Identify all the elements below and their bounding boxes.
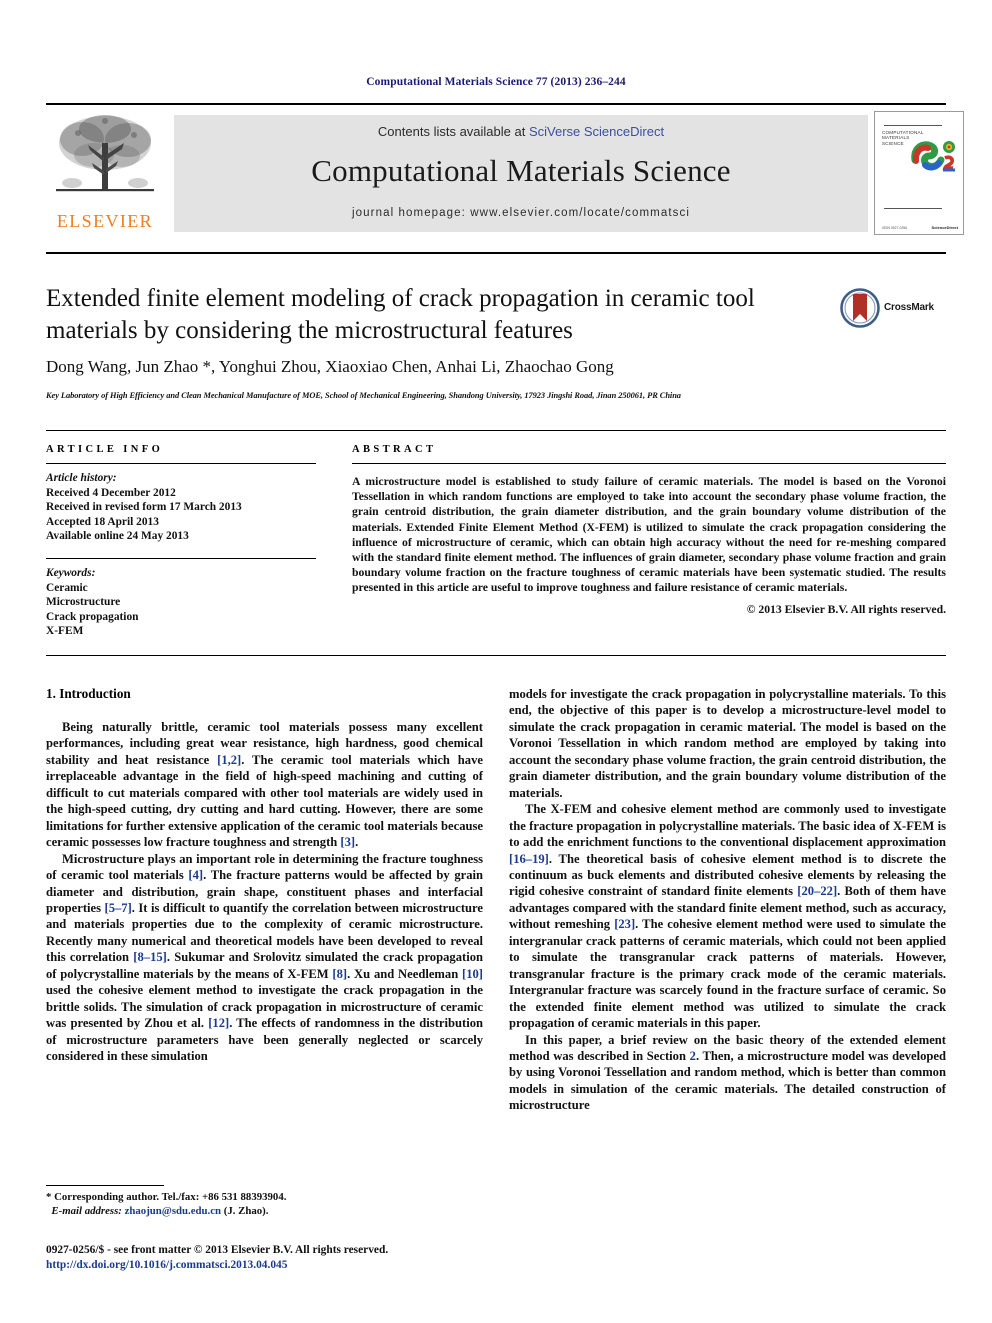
info-band-bottom-rule [46, 655, 946, 656]
paragraph: Microstructure plays an important role i… [46, 851, 483, 1065]
keyword-item: Crack propagation [46, 610, 139, 623]
keyword-item: Ceramic [46, 581, 88, 594]
contents-available-line: Contents lists available at SciVerse Sci… [174, 124, 868, 139]
crossmark-badge[interactable]: CrossMark [840, 288, 944, 332]
paragraph-text: The X-FEM and cohesive element method ar… [509, 802, 946, 1031]
email-suffix: (J. Zhao). [223, 1205, 269, 1217]
keywords-group: Keywords: Ceramic Microstructure Crack p… [46, 566, 316, 639]
history-item: Available online 24 May 2013 [46, 530, 189, 543]
running-head: Computational Materials Science 77 (2013… [366, 76, 626, 88]
article-history-group: Article history: Received 4 December 201… [46, 471, 316, 544]
article-page: Computational Materials Science 77 (2013… [0, 0, 992, 1323]
issn-copyright-line: 0927-0256/$ - see front matter © 2013 El… [46, 1244, 389, 1256]
cover-issn: ISSN 0927-0256 [882, 226, 908, 230]
paragraph: Being naturally brittle, ceramic tool ma… [46, 719, 483, 851]
body-column-left: 1. Introduction Being naturally brittle,… [46, 686, 483, 1065]
page-title: Extended finite element modeling of crac… [46, 285, 755, 344]
keyword-item: Microstructure [46, 596, 121, 609]
affiliation: Key Laboratory of High Efficiency and Cl… [46, 391, 681, 400]
body-column-right: models for investigate the crack propaga… [509, 686, 946, 1114]
email-label: E-mail address: [51, 1205, 122, 1217]
copyright-line: © 2013 Elsevier B.V. All rights reserved… [746, 602, 946, 616]
crossmark-label: CrossMark [884, 302, 934, 313]
elsevier-tree-icon [56, 115, 154, 192]
paragraph-text: models for investigate the crack propaga… [509, 687, 946, 800]
paragraph: The X-FEM and cohesive element method ar… [509, 801, 946, 1031]
history-item: Received in revised form 17 March 2013 [46, 501, 242, 514]
journal-masthead: ELSEVIER Contents lists available at Sci… [46, 103, 964, 237]
contents-prefix: Contents lists available at [377, 124, 529, 139]
article-history-label: Article history: [46, 472, 117, 484]
keyword-item: X-FEM [46, 625, 84, 638]
info-band-top-rule [46, 430, 946, 431]
paragraph-text: In this paper, a brief review on the bas… [509, 1032, 946, 1113]
abstract-column: ABSTRACT A microstructure model is estab… [352, 444, 946, 616]
keywords-rule [46, 557, 316, 559]
crossmark-icon [840, 288, 880, 328]
doi-link[interactable]: http://dx.doi.org/10.1016/j.commatsci.20… [46, 1258, 546, 1273]
elsevier-logo: ELSEVIER [46, 109, 164, 235]
paragraph: In this paper, a brief review on the bas… [509, 1032, 946, 1114]
footer-block: 0927-0256/$ - see front matter © 2013 El… [46, 1243, 546, 1273]
sciencedirect-link[interactable]: SciVerse ScienceDirect [529, 124, 664, 139]
article-info-column: ARTICLE INFO Article history: Received 4… [46, 444, 316, 639]
history-item: Accepted 18 April 2013 [46, 515, 159, 528]
article-info-heading: ARTICLE INFO [46, 444, 164, 455]
paragraph: models for investigate the crack propaga… [509, 686, 946, 801]
abstract-rule [352, 463, 946, 464]
journal-homepage-line[interactable]: journal homepage: www.elsevier.com/locat… [174, 207, 868, 219]
email-note: E-mail address: zhaojun@sdu.edu.cn (J. Z… [46, 1204, 486, 1218]
history-item: Received 4 December 2012 [46, 486, 176, 499]
journal-title: Computational Materials Science [311, 153, 731, 188]
cover-artwork-icon [911, 141, 955, 172]
journal-band: Contents lists available at SciVerse Sci… [174, 115, 868, 232]
author-list: Dong Wang, Jun Zhao *, Yonghui Zhou, Xia… [46, 357, 614, 376]
elsevier-wordmark: ELSEVIER [56, 211, 154, 231]
abstract-text: A microstructure model is established to… [352, 475, 946, 595]
paragraph-text: Microstructure plays an important role i… [46, 851, 484, 1064]
footnote-rule [46, 1185, 164, 1186]
section-heading-introduction: 1. Introduction [46, 686, 131, 701]
article-info-rule [46, 463, 316, 464]
cover-sciencedirect: ScienceDirect [931, 225, 958, 230]
keywords-label: Keywords: [46, 566, 96, 579]
abstract-heading: ABSTRACT [352, 444, 437, 455]
email-link[interactable]: zhaojun@sdu.edu.cn [125, 1205, 221, 1217]
paragraph-text: Being naturally brittle, ceramic tool ma… [46, 720, 483, 850]
corresponding-author-note: * Corresponding author. Tel./fax: +86 53… [46, 1191, 287, 1203]
footnote-block: * Corresponding author. Tel./fax: +86 53… [46, 1190, 486, 1218]
title-divider [46, 252, 946, 254]
journal-cover-thumbnail: COMPUTATIONAL MATERIALS SCIENCE ISSN 092… [874, 111, 964, 235]
